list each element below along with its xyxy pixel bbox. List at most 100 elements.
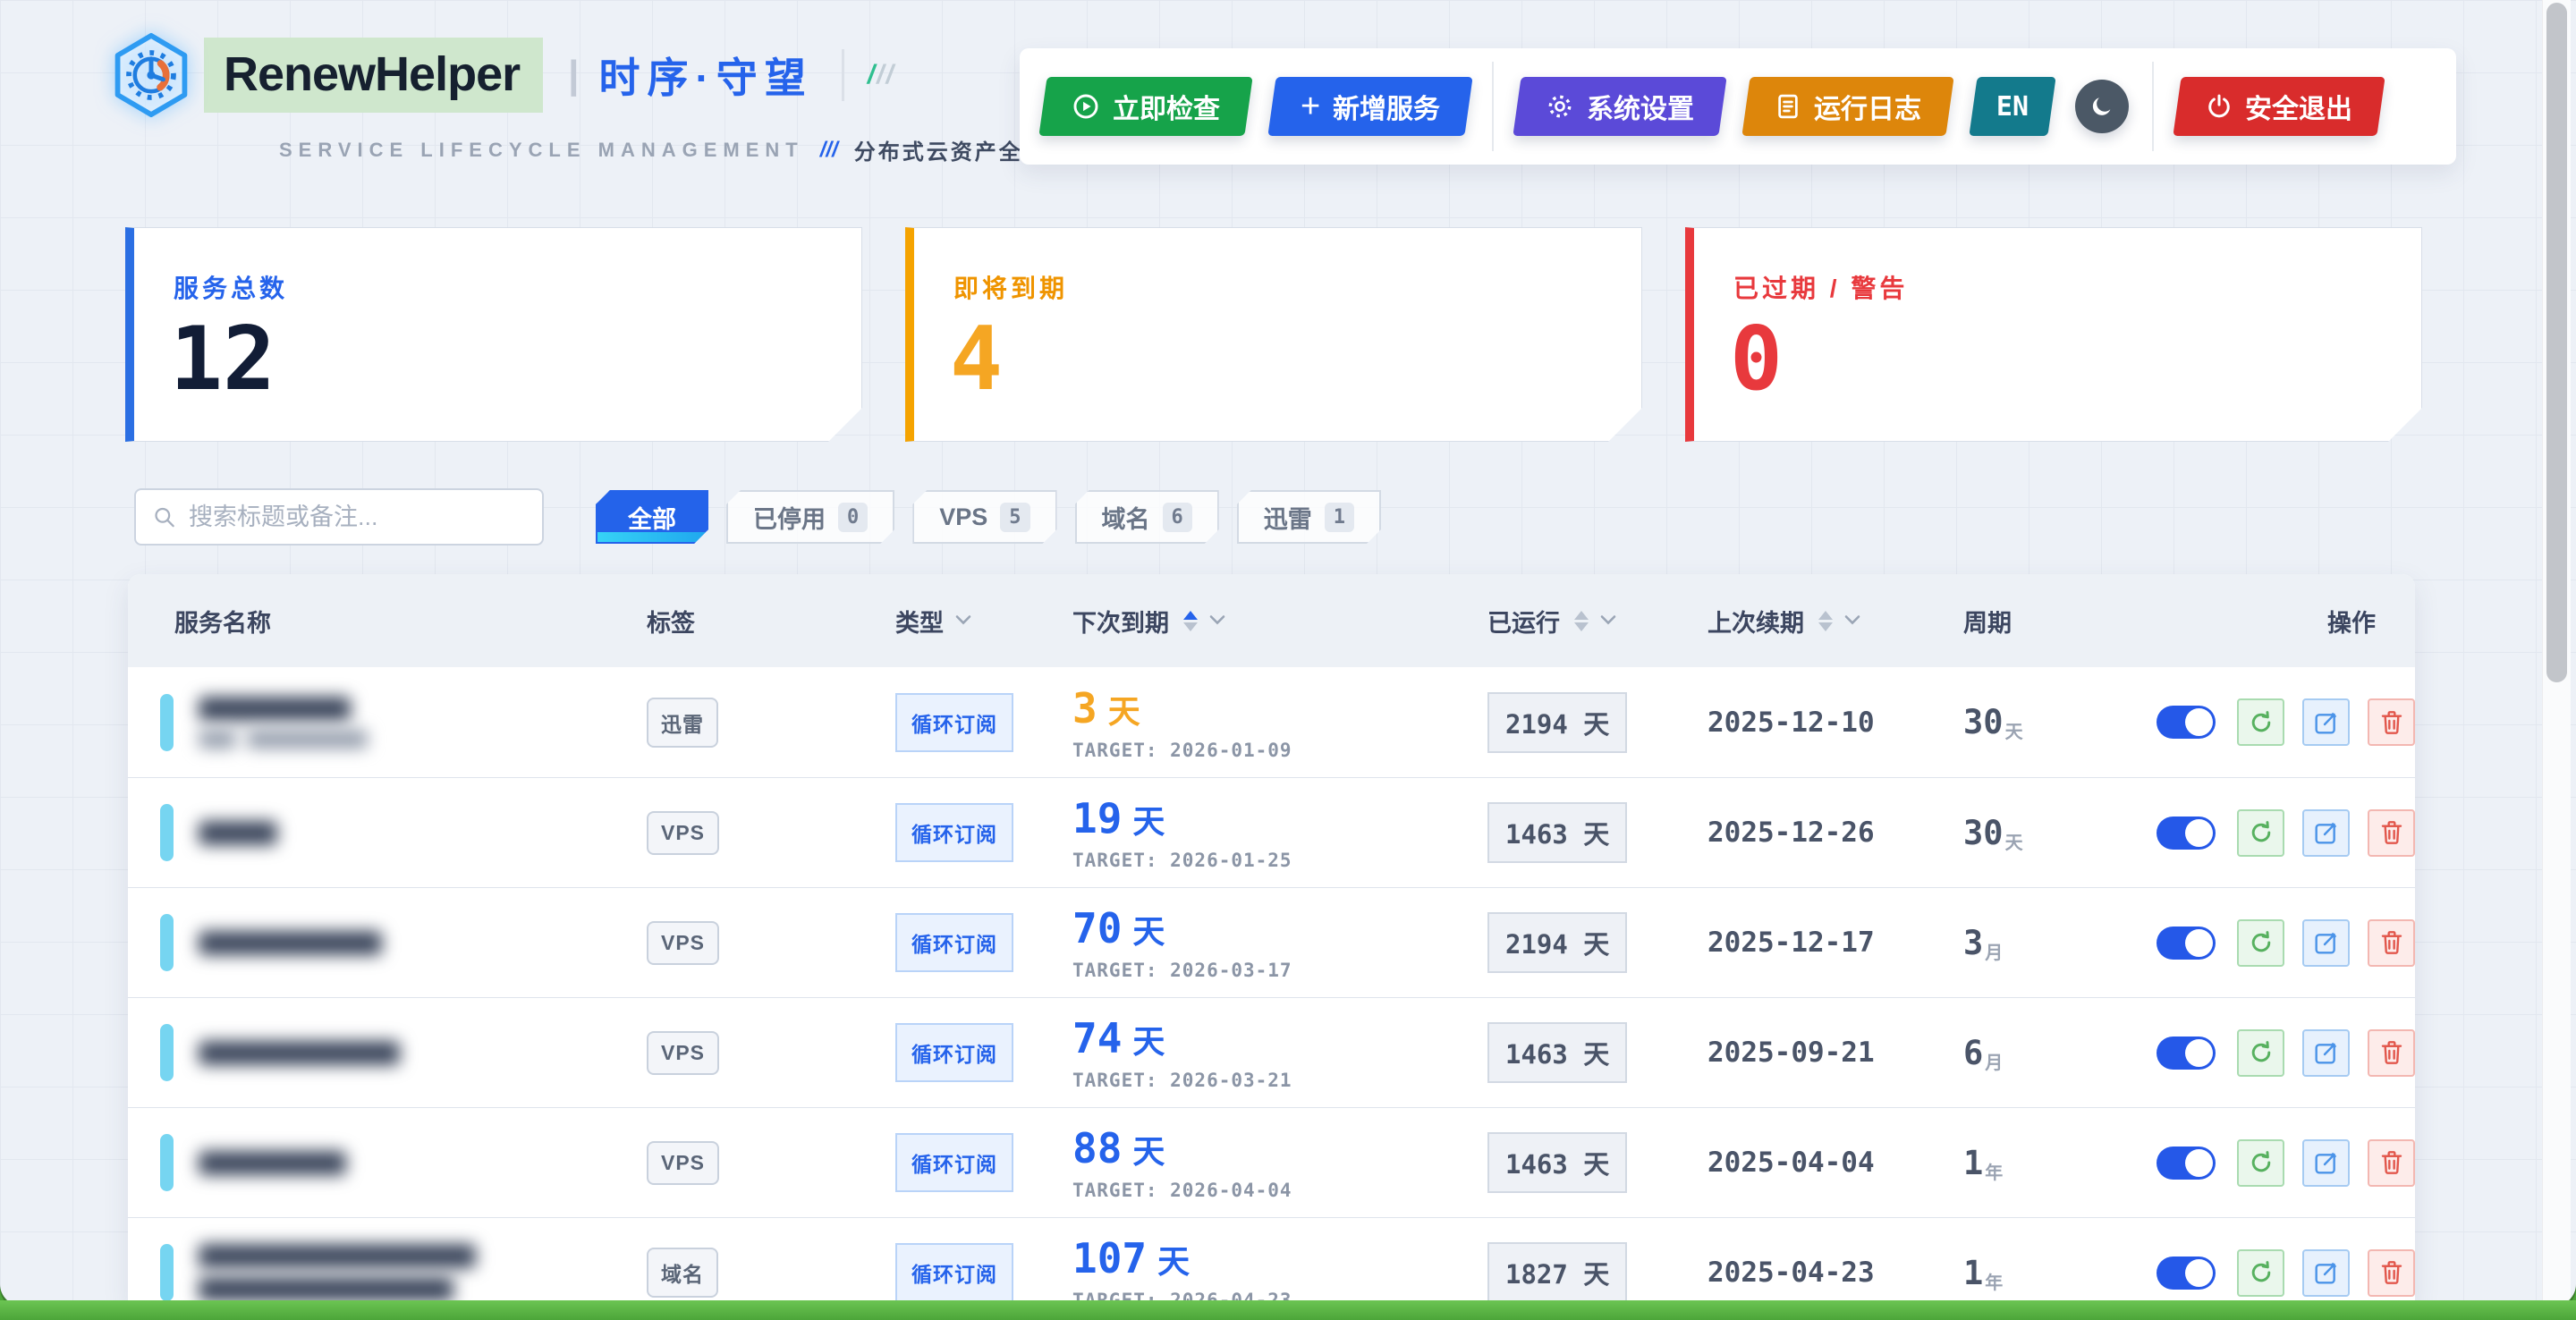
language-toggle-button[interactable]: EN: [1970, 77, 2056, 136]
toggle-knob: [2185, 929, 2213, 957]
check-now-button[interactable]: 立即检查: [1038, 77, 1252, 136]
tag-badge: VPS: [647, 811, 719, 855]
table-row: VPS 循环订阅 88天 TARGET: 2026-04-04 1463 天 2…: [128, 1107, 2415, 1217]
app-window: RenewHelper | 时序·守望 /// SERVICE LIFECYCL…: [0, 0, 2576, 1306]
language-label: EN: [1996, 91, 2029, 123]
last-renewal-date: 2025-12-17: [1707, 927, 1875, 959]
delete-button[interactable]: [2368, 1139, 2415, 1187]
toggle-knob: [2185, 1259, 2213, 1287]
enabled-toggle[interactable]: [2157, 817, 2216, 850]
last-renewal-date: 2025-09-21: [1707, 1037, 1875, 1069]
edit-button[interactable]: [2302, 1029, 2350, 1077]
brand-divider: |: [568, 53, 579, 97]
column-header-next-due[interactable]: 下次到期: [1072, 604, 1487, 639]
column-header-type[interactable]: 类型: [895, 604, 1072, 639]
delete-button[interactable]: [2368, 1249, 2415, 1297]
days-remaining: 19天: [1072, 794, 1165, 842]
delete-button[interactable]: [2368, 809, 2415, 857]
enabled-toggle[interactable]: [2157, 1257, 2216, 1290]
delete-button[interactable]: [2368, 1029, 2415, 1077]
sort-icon-ascending-active[interactable]: [1183, 611, 1198, 631]
service-name-cell: [128, 1024, 647, 1081]
services-table: 服务名称 标签 类型 下次到期 已运行 上次续期: [128, 574, 2415, 1306]
table-row: 域名 循环订阅 107天 TARGET: 2026-04-23 1827 天 2…: [128, 1217, 2415, 1306]
column-label: 已运行: [1487, 604, 1560, 639]
renew-button[interactable]: [2237, 1029, 2284, 1077]
power-icon: [2206, 93, 2233, 120]
vertical-scrollbar-track[interactable]: [2542, 0, 2571, 1306]
filter-tab-count: 5: [1000, 503, 1030, 532]
type-badge: 循环订阅: [895, 913, 1013, 972]
edit-button[interactable]: [2302, 919, 2350, 967]
renew-button[interactable]: [2237, 1249, 2284, 1297]
type-badge: 循环订阅: [895, 1243, 1013, 1302]
logs-button[interactable]: 运行日志: [1742, 77, 1954, 136]
column-header-runtime[interactable]: 已运行: [1487, 604, 1707, 639]
cycle-unit: 天: [2005, 687, 2023, 743]
renew-button[interactable]: [2237, 809, 2284, 857]
filter-tab-域名[interactable]: 域名6: [1075, 490, 1219, 544]
search-box: [134, 488, 544, 546]
column-label: 上次续期: [1707, 604, 1804, 639]
delete-button[interactable]: [2368, 698, 2415, 746]
logout-button[interactable]: 安全退出: [2174, 77, 2385, 136]
service-accent-bar: [160, 804, 174, 861]
filter-tab-VPS[interactable]: VPS5: [912, 490, 1056, 544]
vertical-scrollbar-thumb[interactable]: [2546, 3, 2567, 682]
delete-button[interactable]: [2368, 919, 2415, 967]
filter-tab-已停用[interactable]: 已停用0: [726, 490, 894, 544]
settings-button[interactable]: 系统设置: [1513, 77, 1727, 136]
refresh-icon: [2247, 1258, 2275, 1287]
filter-tab-迅雷[interactable]: 迅雷1: [1237, 490, 1381, 544]
column-label: 下次到期: [1072, 604, 1169, 639]
header-actions-panel: 立即检查 + 新增服务 系统设置 运行日志 EN 安全退出: [1020, 48, 2456, 165]
type-badge: 循环订阅: [895, 1133, 1013, 1192]
service-accent-bar: [160, 1134, 174, 1191]
days-remaining: 107天: [1072, 1234, 1190, 1282]
target-date: TARGET: 2026-01-09: [1072, 740, 1292, 761]
play-circle-icon: [1072, 92, 1100, 121]
stat-card-total: 服务总数 12: [125, 227, 862, 442]
enabled-toggle[interactable]: [2157, 706, 2216, 739]
enabled-toggle[interactable]: [2157, 1147, 2216, 1180]
edit-button[interactable]: [2302, 1139, 2350, 1187]
header-divider: [2152, 62, 2154, 151]
edit-button[interactable]: [2302, 698, 2350, 746]
last-renewal-date: 2025-12-26: [1707, 817, 1875, 849]
stat-value: 4: [950, 314, 1641, 406]
renew-button[interactable]: [2237, 1139, 2284, 1187]
service-name-redacted: [199, 1151, 346, 1175]
sort-icon[interactable]: [1574, 611, 1589, 631]
app-title-cn: 时序·守望: [598, 46, 812, 105]
filter-tab-label: 迅雷: [1264, 500, 1312, 535]
edit-button[interactable]: [2302, 1249, 2350, 1297]
column-header-last-renewal[interactable]: 上次续期: [1707, 604, 1963, 639]
filter-tab-全部[interactable]: 全部: [596, 490, 708, 544]
renew-button[interactable]: [2237, 698, 2284, 746]
type-cell: 循环订阅: [895, 913, 1072, 972]
tag-cell: VPS: [647, 1141, 895, 1185]
runtime-cell: 1463 天: [1487, 1022, 1707, 1083]
filter-tab-count: 6: [1163, 503, 1192, 532]
renew-button[interactable]: [2237, 919, 2284, 967]
enabled-toggle[interactable]: [2157, 927, 2216, 960]
tag-cell: VPS: [647, 921, 895, 965]
search-input[interactable]: [189, 503, 526, 531]
edit-button[interactable]: [2302, 809, 2350, 857]
table-body: 迅雷 循环订阅 3天 TARGET: 2026-01-09 2194 天 202…: [128, 667, 2415, 1306]
stat-label: 即将到期: [953, 269, 1641, 305]
cycle-cell: 1 年: [1963, 1142, 2157, 1184]
brand-divider-2: [842, 49, 844, 101]
sort-icon[interactable]: [1818, 611, 1833, 631]
stat-card-expired-warning: 已过期 / 警告 0: [1685, 227, 2422, 442]
dark-mode-button[interactable]: [2075, 80, 2129, 133]
target-date: TARGET: 2026-04-04: [1072, 1180, 1292, 1201]
gear-icon: [1546, 92, 1574, 121]
actions-cell: [2157, 1029, 2415, 1077]
add-service-button[interactable]: + 新增服务: [1267, 77, 1472, 136]
type-badge: 循环订阅: [895, 1023, 1013, 1082]
cycle-unit: 天: [2005, 798, 2023, 854]
tag-cell: 迅雷: [647, 698, 895, 748]
enabled-toggle[interactable]: [2157, 1037, 2216, 1070]
edit-pencil-icon: [2312, 708, 2341, 737]
